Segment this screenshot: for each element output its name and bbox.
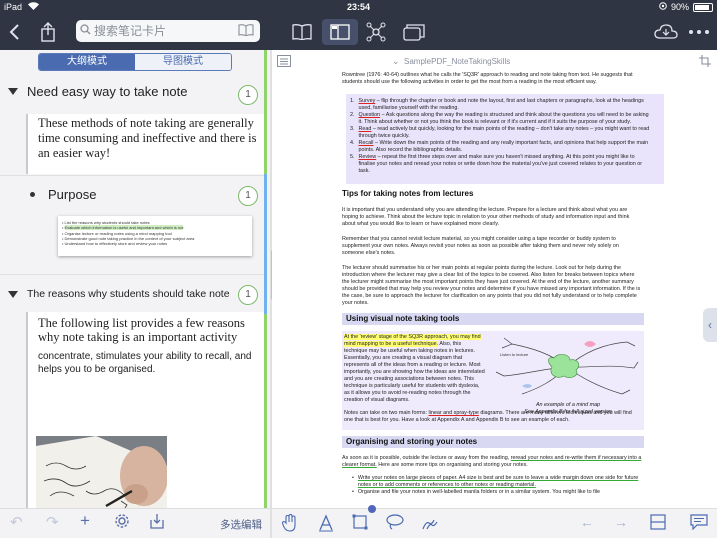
organising-paragraph: As soon as it is possible, outside the l… <box>342 455 642 468</box>
card-count-badge[interactable]: 1 <box>238 85 258 105</box>
text-tool-icon[interactable] <box>318 514 334 535</box>
step-item: 5. Review – repeat the first three steps … <box>350 154 643 174</box>
expand-sidebar-chevron-icon[interactable]: ‹ <box>703 308 717 342</box>
page-position-indicator[interactable] <box>368 505 376 513</box>
tips-paragraph-3: The lecturer should summarise his or her… <box>342 265 641 306</box>
visual-paragraph: At the 'review' stage of the SQ3R approa… <box>344 334 485 403</box>
notebook-icon[interactable] <box>292 20 312 44</box>
search-icon <box>80 24 91 38</box>
pdf-intro: Rowntree (1976: 40-64) outlines what he … <box>342 72 633 85</box>
sq3r-steps: 1. Survey – flip through the chapter or b… <box>350 98 650 175</box>
redo-icon[interactable]: ↷ <box>46 513 59 531</box>
svg-text:Listen to lecture: Listen to lecture <box>500 352 529 357</box>
outline-bottom-toolbar: ↶ ↷ + 多选编辑 <box>0 508 270 538</box>
settings-gear-icon[interactable] <box>114 513 130 533</box>
pen-tool-icon[interactable] <box>422 514 438 533</box>
mindmap-icon[interactable] <box>366 20 386 44</box>
comment-icon[interactable] <box>690 514 708 533</box>
step-item: 4. Recall – Write down the main points of… <box>350 140 649 153</box>
card-count-badge[interactable]: 1 <box>238 186 258 206</box>
tips-paragraph-2: Remember that you cannot revisit lecture… <box>342 236 619 256</box>
pdf-filename[interactable]: ⌄ SamplePDF_NoteTakingSkills <box>392 56 510 67</box>
tab-mindmap-mode[interactable]: 导图模式 <box>135 54 231 70</box>
pdf-snippet-thumbnail[interactable]: • List the reasons why students should t… <box>58 216 252 256</box>
visual-paragraph-2: Notes can take on two main forms: linear… <box>344 410 632 423</box>
prev-arrow-icon[interactable]: ← <box>580 514 594 530</box>
collapse-triangle-icon[interactable] <box>8 88 18 95</box>
section-heading-visual: Using visual note taking tools <box>346 314 460 323</box>
search-box[interactable] <box>76 20 260 42</box>
import-icon[interactable] <box>150 513 164 533</box>
search-input[interactable] <box>94 24 224 38</box>
lasso-icon[interactable] <box>386 514 404 533</box>
top-toolbar <box>0 14 717 50</box>
book-icon[interactable] <box>238 23 254 39</box>
battery-percent: 90% <box>670 2 689 12</box>
share-icon[interactable] <box>40 20 56 44</box>
outline-item-title[interactable]: Need easy way to take note <box>27 84 187 99</box>
status-bar: iPad 23:54 90% <box>0 0 717 14</box>
cloud-sync-icon[interactable] <box>654 20 678 44</box>
collapse-triangle-icon[interactable] <box>8 291 18 298</box>
step-item: 3. Read – read actively but quickly, look… <box>350 126 650 139</box>
chevron-down-icon: ⌄ <box>392 56 400 66</box>
quote-note[interactable]: These methods of note taking are general… <box>26 114 264 174</box>
note-taking-photo[interactable] <box>36 436 167 508</box>
outline-item-title[interactable]: The reasons why students should take not… <box>27 288 230 300</box>
mind-map-image[interactable]: Listen to lecture <box>492 334 642 400</box>
divider <box>0 274 266 275</box>
bullet-item: • Write your notes on large pieces of pap… <box>352 475 639 488</box>
step-item: 2. Question – Ask questions along the way… <box>350 112 649 125</box>
crop-icon[interactable] <box>699 54 711 72</box>
mode-switcher: 大纲模式 导图模式 <box>38 53 232 71</box>
step-item: 1. Survey – flip through the chapter or b… <box>350 98 644 111</box>
outline-list-icon[interactable] <box>277 54 291 72</box>
back-chevron-icon[interactable] <box>8 20 20 44</box>
cards-icon[interactable] <box>403 20 425 44</box>
add-icon[interactable]: + <box>80 511 90 531</box>
hand-tool-icon[interactable] <box>281 513 298 535</box>
level-rail-highlight <box>264 174 267 314</box>
select-rect-icon[interactable] <box>352 514 368 533</box>
bullet-dot <box>30 192 35 197</box>
more-icon[interactable] <box>688 20 710 44</box>
annotation-toolbar: ← → <box>272 505 717 538</box>
split-view-icon[interactable] <box>322 19 358 45</box>
card-count-badge[interactable]: 1 <box>238 285 258 305</box>
quote-text: The following list provides a few reason… <box>38 316 245 344</box>
battery-icon <box>693 2 713 12</box>
note-body-text: concentrate, stimulates your ability to … <box>38 351 252 375</box>
undo-icon[interactable]: ↶ <box>10 513 23 531</box>
clock: 23:54 <box>346 2 371 12</box>
section-heading-organising: Organising and storing your notes <box>346 437 478 446</box>
thumb-line: • Understand how to effectively store an… <box>62 241 168 247</box>
outline-item-title[interactable]: Purpose <box>48 187 96 202</box>
organising-bullets: • Write your notes on large pieces of pap… <box>352 475 642 496</box>
tab-outline-mode[interactable]: 大纲模式 <box>39 54 135 70</box>
divider <box>0 175 266 176</box>
pdf-viewer: ⌄ SamplePDF_NoteTakingSkills Rowntree (1… <box>272 50 717 508</box>
layout-split-icon[interactable] <box>650 514 666 533</box>
bullet-item: • Organise and file your notes in well-la… <box>352 489 600 495</box>
multi-select-button[interactable]: 多选编辑 <box>220 517 262 532</box>
section-heading-tips: Tips for taking notes from lectures <box>342 189 474 198</box>
next-arrow-icon[interactable]: → <box>614 514 628 530</box>
outline-panel: 大纲模式 导图模式 Need easy way to take note 1 T… <box>0 50 270 508</box>
location-icon <box>659 2 667 12</box>
tips-paragraph-1: It is important that you understand why … <box>342 207 630 227</box>
